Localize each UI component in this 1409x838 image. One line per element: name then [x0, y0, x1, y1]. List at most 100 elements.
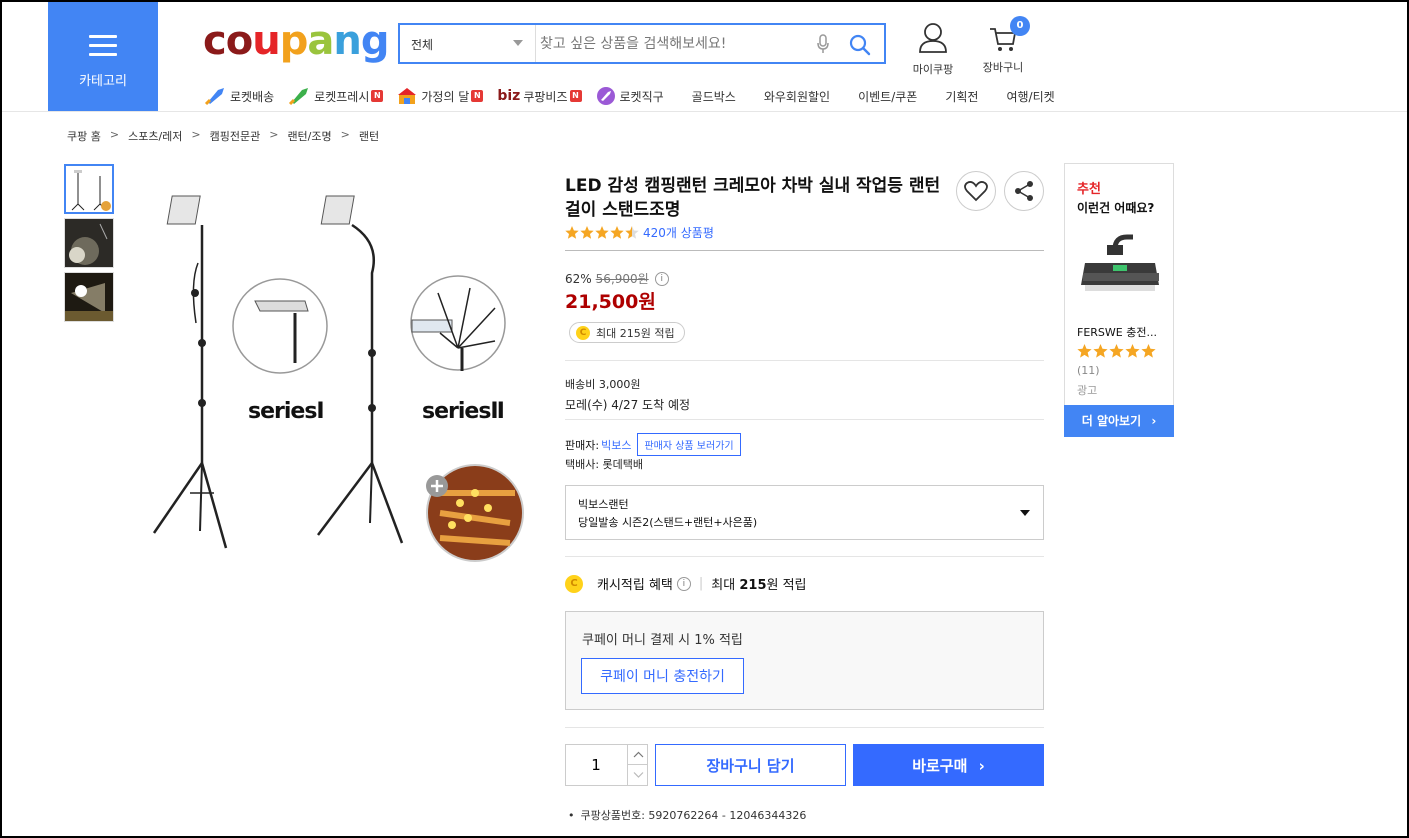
nav-item-family-month[interactable]: 가정의 달 N — [397, 86, 484, 106]
microphone-icon[interactable] — [816, 34, 830, 56]
new-badge: N — [371, 90, 384, 102]
search-category-select[interactable]: 전체 — [400, 25, 536, 62]
seller-name-link[interactable]: 빅보스 — [601, 437, 631, 453]
quantity-decrease-button[interactable] — [627, 765, 648, 785]
cart-count-badge: 0 — [1010, 16, 1030, 36]
product-id: • 쿠팡상품번호: 5920762264 - 12046344326 — [568, 807, 806, 823]
chevron-right-icon: › — [978, 756, 985, 775]
star-icon — [1125, 344, 1140, 358]
product-rating[interactable]: 420개 상품평 — [565, 224, 714, 241]
cart-button[interactable]: 0 장바구니 — [975, 16, 1031, 75]
breadcrumb-item[interactable]: 랜턴/조명 — [287, 128, 331, 144]
chevron-down-icon — [1020, 510, 1030, 516]
share-button[interactable] — [1004, 171, 1044, 211]
nav-item-wow-discount[interactable]: 와우회원할인 — [764, 88, 830, 105]
nav-item-events[interactable]: 이벤트/쿠폰 — [858, 88, 917, 105]
divider — [565, 250, 1044, 251]
product-title: LED 감성 캠핑랜턴 크레모아 차박 실내 작업등 랜턴걸이 스탠드조명 — [565, 176, 941, 220]
nav-label: 가정의 달 — [421, 89, 470, 104]
recommendation-panel: 추천 이런건 어때요? FERSWE 충전... (11) 광고 더 알아보기 … — [1064, 163, 1174, 437]
option-select[interactable]: 빅보스랜턴 당일발송 시즌2(스탠드+랜턴+사은품) — [565, 485, 1044, 540]
product-id-text: 쿠팡상품번호: 5920762264 - 12046344326 — [580, 809, 807, 822]
learn-more-label: 더 알아보기 — [1081, 414, 1142, 428]
thumbnail-1[interactable] — [64, 164, 114, 214]
divider — [565, 556, 1044, 557]
nav-item-travel[interactable]: 여행/티켓 — [1006, 88, 1054, 105]
series-1-label: seriesⅠ — [248, 399, 324, 424]
biz-logo: biz — [497, 88, 521, 104]
cash-reward-prefix: 최대 — [711, 578, 740, 593]
nav-item-coupang-biz[interactable]: biz 쿠팡비즈 N — [497, 88, 582, 105]
coin-icon: C — [565, 574, 583, 593]
rocket-global-icon — [596, 87, 615, 105]
family-month-icon — [398, 88, 417, 104]
breadcrumb-item[interactable]: 캠핑전문관 — [210, 128, 261, 144]
nav-label: 로켓프레시 — [314, 89, 370, 104]
chevron-right-icon: › — [1151, 414, 1157, 428]
nav-label: 로켓직구 — [619, 89, 664, 104]
coupang-logo[interactable]: coupang — [203, 18, 389, 64]
nav-label: 골드박스 — [691, 89, 736, 104]
learn-more-button[interactable]: 더 알아보기 › — [1064, 405, 1174, 437]
nav-label: 로켓배송 — [230, 89, 275, 104]
arrival-date: 모레(수) 4/27 도착 예정 — [565, 398, 691, 412]
add-to-cart-button[interactable]: 장바구니 담기 — [655, 744, 846, 786]
search-icon[interactable] — [849, 34, 871, 56]
seller-row: 판매자: 빅보스 판매자 상품 보러가기 — [565, 433, 741, 456]
category-label: 카테고리 — [79, 74, 127, 89]
nav-item-goldbox[interactable]: 골드박스 — [692, 88, 736, 105]
nav-item-rocket-delivery[interactable]: 로켓배송 — [204, 86, 274, 106]
coin-icon: C — [576, 325, 590, 340]
buy-now-button[interactable]: 바로구매 › — [853, 744, 1044, 786]
info-icon[interactable]: i — [676, 576, 691, 591]
nav-item-rocket-fresh[interactable]: 로켓프레시 N — [288, 86, 384, 106]
thumbnail-2[interactable] — [64, 218, 114, 268]
hamburger-icon — [89, 35, 117, 57]
option-title: 빅보스랜턴 — [578, 498, 629, 511]
discount-rate: 62% — [565, 271, 592, 286]
coupay-box: 쿠페이 머니 결제 시 1% 적립 쿠페이 머니 충전하기 — [565, 611, 1044, 710]
recommended-product-image[interactable] — [1077, 229, 1163, 309]
breadcrumb-item[interactable]: 스포츠/레저 — [128, 128, 182, 144]
breadcrumb-separator: > — [269, 128, 279, 141]
breadcrumb-item[interactable]: 랜턴 — [359, 128, 379, 144]
rocket-icon — [204, 88, 224, 106]
nav-label: 여행/티켓 — [1006, 89, 1055, 104]
seller-products-link[interactable]: 판매자 상품 보러가기 — [637, 433, 741, 456]
breadcrumb-separator: > — [109, 128, 120, 141]
quantity-increase-button[interactable] — [627, 745, 648, 765]
breadcrumb-item[interactable]: 쿠팡 홈 — [67, 128, 101, 144]
nav-item-rocket-global[interactable]: 로켓직구 — [596, 86, 664, 106]
star-icon — [1093, 344, 1108, 358]
original-price: 56,900원 — [595, 272, 649, 286]
reward-pill: C 최대 215원 적립 — [569, 322, 685, 343]
quantity-stepper — [565, 744, 648, 786]
search-input[interactable] — [540, 29, 800, 58]
recommend-title: 추천 — [1077, 182, 1101, 197]
my-coupang-button[interactable]: 마이쿠팡 — [905, 22, 961, 77]
quantity-input[interactable] — [566, 745, 626, 785]
star-icon — [565, 225, 579, 239]
separator: | — [698, 576, 704, 591]
thumbnail-image — [65, 219, 113, 267]
category-menu-button[interactable]: 카테고리 — [48, 2, 158, 111]
new-badge: N — [471, 90, 484, 102]
chevron-down-icon — [633, 772, 644, 778]
nav-item-promotions[interactable]: 기획전 — [945, 88, 978, 105]
chevron-up-icon — [633, 751, 644, 758]
info-icon[interactable]: i — [654, 271, 669, 286]
user-icon — [919, 23, 947, 53]
coupay-charge-button[interactable]: 쿠페이 머니 충전하기 — [581, 658, 744, 694]
seller-label: 판매자: — [565, 438, 600, 452]
series-2-label: seriesⅡ — [422, 399, 504, 424]
wishlist-button[interactable] — [956, 171, 996, 211]
discount-row: 62% 56,900원 i — [565, 270, 669, 287]
breadcrumb: 쿠팡 홈 > 스포츠/레저 > 캠핑전문관 > 랜턴/조명 > 랜턴 — [67, 128, 379, 144]
header-divider — [2, 111, 1407, 112]
cash-reward-suffix: 원 적립 — [766, 578, 807, 593]
review-count-link[interactable]: 420개 상품평 — [643, 224, 714, 241]
recommended-rating-stars — [1077, 344, 1156, 358]
thumbnail-3[interactable] — [64, 272, 114, 322]
recommended-product-name[interactable]: FERSWE 충전... — [1077, 324, 1157, 340]
star-icon — [580, 225, 594, 239]
